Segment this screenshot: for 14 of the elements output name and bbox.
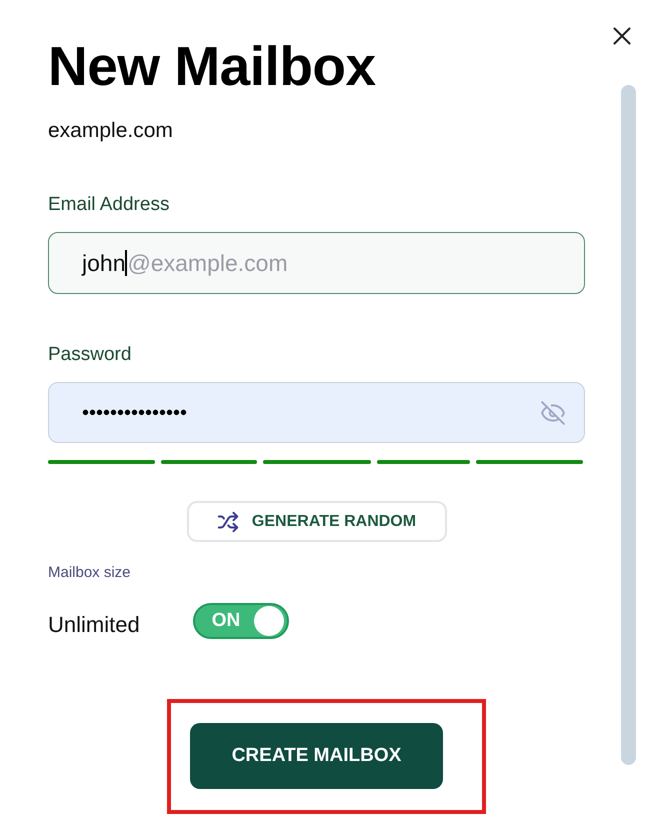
switch-knob — [254, 606, 284, 636]
dialog-title: New Mailbox — [48, 35, 377, 97]
mailbox-size-heading: Mailbox size — [48, 563, 132, 583]
scrollbar-thumb[interactable] — [621, 85, 636, 765]
unlimited-label: Unlimited — [48, 610, 141, 638]
create-mailbox-button[interactable]: CREATE MAILBOX — [190, 723, 443, 789]
domain-subtitle: example.com — [48, 118, 174, 144]
email-input[interactable]: john@example.com — [48, 232, 585, 294]
eye-off-icon[interactable] — [540, 400, 566, 426]
shuffle-icon — [216, 510, 239, 532]
password-input[interactable]: ••••••••••••••• — [48, 382, 585, 443]
password-label: Password — [48, 343, 132, 367]
email-label: Email Address — [48, 193, 170, 217]
generate-random-button[interactable]: GENERATE RANDOM — [186, 501, 446, 542]
